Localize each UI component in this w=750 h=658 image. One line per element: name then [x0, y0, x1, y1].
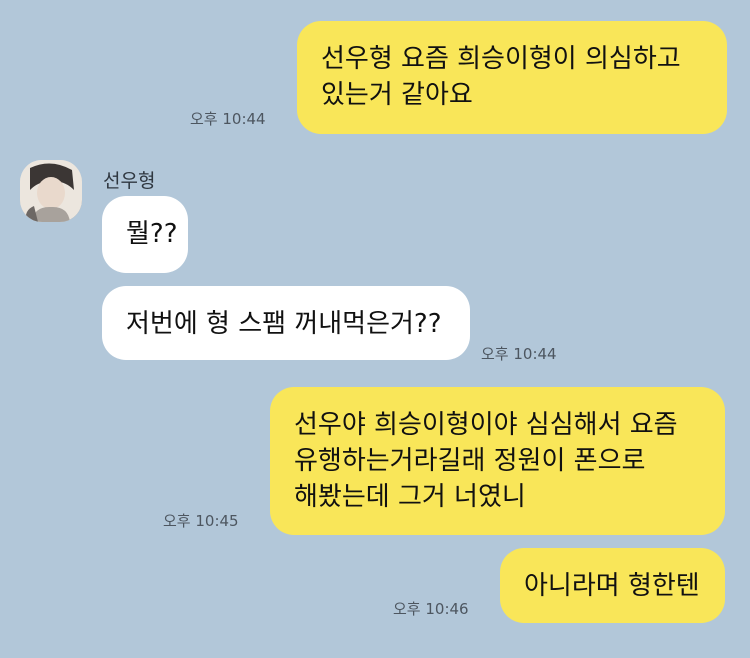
- my-message-bubble[interactable]: 선우형 요즘 희승이형이 의심하고 있는거 같아요: [297, 21, 727, 134]
- my-message-bubble[interactable]: 선우야 희승이형이야 심심해서 요즘 유행하는거라길래 정원이 폰으로 해봤는데…: [270, 387, 725, 535]
- other-message-bubble[interactable]: 뭘??: [102, 196, 188, 273]
- contact-avatar[interactable]: [20, 160, 82, 222]
- profile-photo-icon: [20, 160, 82, 222]
- chat-area: 선우형 요즘 희승이형이 의심하고 있는거 같아요 오후 10:44 선우형 뭘…: [0, 0, 750, 658]
- sender-name: 선우형: [103, 170, 156, 192]
- message-timestamp: 오후 10:44: [481, 345, 557, 363]
- my-message-bubble[interactable]: 아니라며 형한텐: [500, 548, 725, 623]
- message-timestamp: 오후 10:46: [393, 600, 469, 618]
- other-message-bubble[interactable]: 저번에 형 스팸 꺼내먹은거??: [102, 286, 470, 360]
- message-timestamp: 오후 10:45: [163, 512, 239, 530]
- message-timestamp: 오후 10:44: [190, 110, 266, 128]
